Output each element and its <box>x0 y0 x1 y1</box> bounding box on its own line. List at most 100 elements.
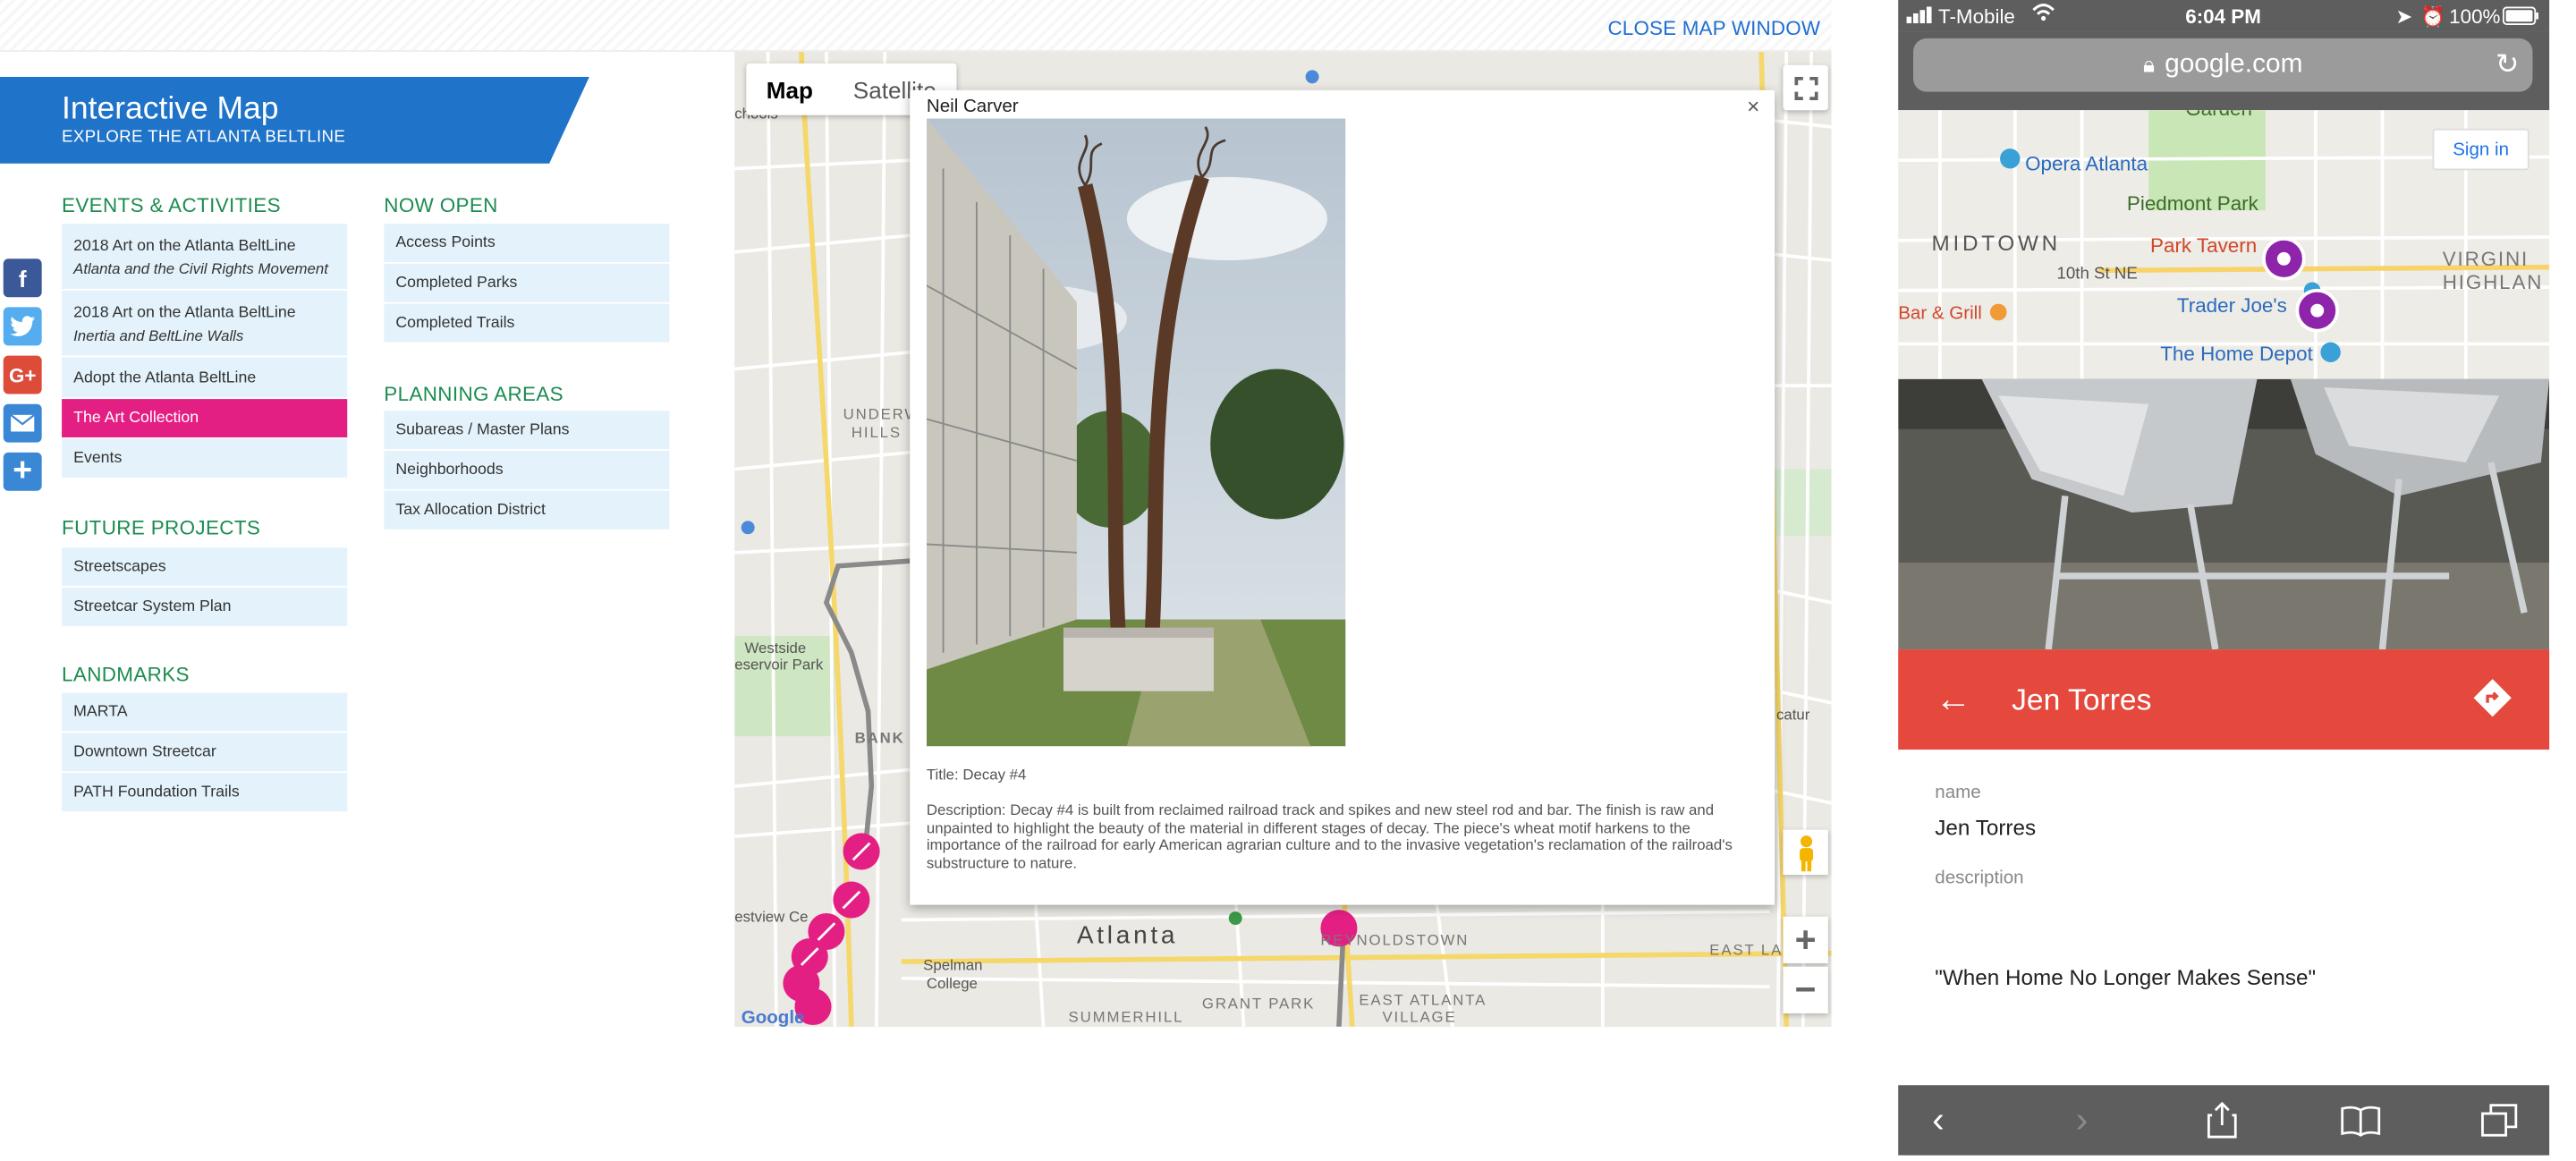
sign-in-button[interactable]: Sign in <box>2432 128 2529 171</box>
field-label-name: name <box>1935 783 1981 803</box>
artwork-photo-mobile <box>1898 378 2550 650</box>
map-label-village: VILLAGE <box>1382 1008 1457 1026</box>
share-icon[interactable] <box>2199 1098 2245 1142</box>
banner-title: Interactive Map <box>62 91 279 127</box>
back-arrow-icon[interactable]: ← <box>1935 678 1971 722</box>
menu-item-streetscapes[interactable]: Streetscapes <box>62 547 348 589</box>
artwork-title: Title: Decay #4 <box>926 766 1027 784</box>
map-label-college: College <box>926 975 978 992</box>
map-label-grant-park: GRANT PARK <box>1201 995 1316 1013</box>
future-heading: FUTURE PROJECTS <box>62 515 261 539</box>
mobile-screenshot: T-Mobile 6:04 PM ➤ ⏰ 100% 🔒︎ google.com … <box>1898 0 2550 1156</box>
lock-icon: 🔒︎ <box>2142 51 2155 77</box>
menu-item-tax-district[interactable]: Tax Allocation District <box>384 490 670 531</box>
mobile-map[interactable]: Opera Atlanta Piedmont Park MIDTOWN 10th… <box>1898 110 2550 379</box>
map-label-bar-grill: Bar & Grill <box>1898 303 1982 325</box>
menu-item-label: Completed Trails <box>395 313 515 333</box>
menu-item-access-points[interactable]: Access Points <box>384 224 670 264</box>
map-label-reynoldstown: REYNOLDSTOWN <box>1320 931 1470 949</box>
url-text: google.com <box>2165 49 2303 79</box>
url-field[interactable]: 🔒︎ google.com ↻ <box>1913 38 2533 92</box>
map-label-spelman: Spelman <box>923 956 983 974</box>
menu-item-completed-trails[interactable]: Completed Trails <box>384 303 670 344</box>
street-view-button[interactable] <box>1783 829 1828 876</box>
place-title: Jen Torres <box>2012 682 2152 716</box>
map-label-opera: Opera Atlanta <box>2025 151 2148 175</box>
now-open-heading: NOW OPEN <box>384 193 498 217</box>
fullscreen-button[interactable] <box>1783 64 1828 111</box>
map-label-piedmont: Piedmont Park <box>2126 191 2258 216</box>
twitter-icon[interactable] <box>3 307 42 346</box>
menu-item-art-civil-rights[interactable]: 2018 Art on the Atlanta BeltLine Atlanta… <box>62 224 348 291</box>
menu-item-label: Completed Parks <box>395 274 518 292</box>
place-header: ← Jen Torres <box>1898 649 2550 750</box>
screenshot-composite: CLOSE MAP WINDOW Interactive Map EXPLORE… <box>0 0 2576 1161</box>
map-label-decatur: catur <box>1775 706 1810 724</box>
menu-item-marta[interactable]: MARTA <box>62 692 348 733</box>
map-label-westside: Westside <box>744 639 807 657</box>
fullscreen-icon <box>1793 75 1818 100</box>
menu-item-sub: Atlanta and the Civil Rights Movement <box>73 259 328 276</box>
menu-item-label: MARTA <box>73 702 128 722</box>
close-icon[interactable]: × <box>1747 94 1759 119</box>
pegman-icon <box>1799 835 1813 871</box>
landmarks-heading: LANDMARKS <box>62 663 190 687</box>
artwork-info-window: Neil Carver × Title: Decay #4 Descriptio… <box>910 89 1775 905</box>
planning-menu: Subareas / Master Plans Neighborhoods Ta… <box>384 411 670 531</box>
menu-item-adopt[interactable]: Adopt the Atlanta BeltLine <box>62 357 348 400</box>
battery-icon <box>2502 6 2539 30</box>
metal-sculpture-image <box>1898 378 2550 650</box>
location-icon: ➤ <box>2395 4 2413 29</box>
map-label-bankhead: BANK <box>854 729 905 747</box>
map-label-trader-joes: Trader Joe's <box>2176 293 2287 318</box>
menu-item-downtown-streetcar[interactable]: Downtown Streetcar <box>62 733 348 774</box>
planning-heading: PLANNING AREAS <box>384 382 564 406</box>
artist-name: Neil Carver <box>926 97 1019 117</box>
safari-toolbar: ‹ › <box>1898 1085 2550 1156</box>
menu-item-subareas[interactable]: Subareas / Master Plans <box>384 411 670 451</box>
menu-item-events[interactable]: Events <box>62 438 348 479</box>
share-plus-icon[interactable]: + <box>3 452 42 491</box>
menu-item-sub: Inertia and BeltLine Walls <box>73 326 244 343</box>
close-map-window-link[interactable]: CLOSE MAP WINDOW <box>1607 17 1820 40</box>
map-label-east-atlanta: EAST ATLANTA <box>1359 991 1487 1009</box>
menu-item-label: Streetcar System Plan <box>73 597 232 616</box>
artwork-description: Description: Decay #4 is built from recl… <box>926 801 1733 871</box>
menu-item-label: 2018 Art on the Atlanta BeltLine <box>73 302 296 322</box>
forward-icon[interactable]: › <box>2058 1098 2105 1142</box>
header-strip <box>0 0 1832 52</box>
menu-item-art-inertia[interactable]: 2018 Art on the Atlanta BeltLine Inertia… <box>62 290 348 358</box>
menu-item-streetcar-plan[interactable]: Streetcar System Plan <box>62 588 348 628</box>
map-label-westview: estview Ce <box>734 908 809 926</box>
back-icon[interactable]: ‹ <box>1915 1098 1962 1142</box>
events-menu: 2018 Art on the Atlanta BeltLine Atlanta… <box>62 224 348 479</box>
menu-item-label: 2018 Art on the Atlanta BeltLine <box>73 236 296 255</box>
google-plus-icon[interactable]: G+ <box>3 355 42 394</box>
menu-item-path-trails[interactable]: PATH Foundation Trails <box>62 773 348 813</box>
menu-item-neighborhoods[interactable]: Neighborhoods <box>384 450 670 491</box>
map-label-virginia: VIRGINI <box>2442 247 2529 271</box>
directions-icon[interactable] <box>2472 678 2512 718</box>
zoom-out-button[interactable]: − <box>1783 966 1828 1013</box>
facebook-icon[interactable]: f <box>3 258 42 298</box>
menu-item-label: Downtown Streetcar <box>73 742 216 762</box>
field-value-description: "When Home No Longer Makes Sense" <box>1935 964 2317 990</box>
menu-item-label: PATH Foundation Trails <box>73 783 240 801</box>
map-label-reservoir: eservoir Park <box>734 656 824 674</box>
email-icon[interactable] <box>3 403 42 443</box>
tab-map[interactable]: Map <box>746 64 833 115</box>
zoom-in-button[interactable]: + <box>1783 916 1828 963</box>
map-label-atlanta: Atlanta <box>1076 921 1179 951</box>
menu-item-completed-parks[interactable]: Completed Parks <box>384 263 670 304</box>
artwork-photo <box>926 118 1346 747</box>
map-label-home-depot: The Home Depot <box>2160 342 2313 366</box>
banner-subtitle: EXPLORE THE ATLANTA BELTLINE <box>62 128 346 148</box>
tabs-icon[interactable] <box>2476 1098 2522 1142</box>
menu-item-art-collection[interactable]: The Art Collection <box>62 399 348 439</box>
bookmarks-icon[interactable] <box>2337 1098 2384 1142</box>
menu-item-label: Events <box>73 449 123 468</box>
field-label-description: description <box>1935 868 2024 888</box>
alarm-icon: ⏰ <box>2420 4 2446 29</box>
menu-item-label: The Art Collection <box>73 409 199 428</box>
reload-icon[interactable]: ↻ <box>2496 48 2520 81</box>
